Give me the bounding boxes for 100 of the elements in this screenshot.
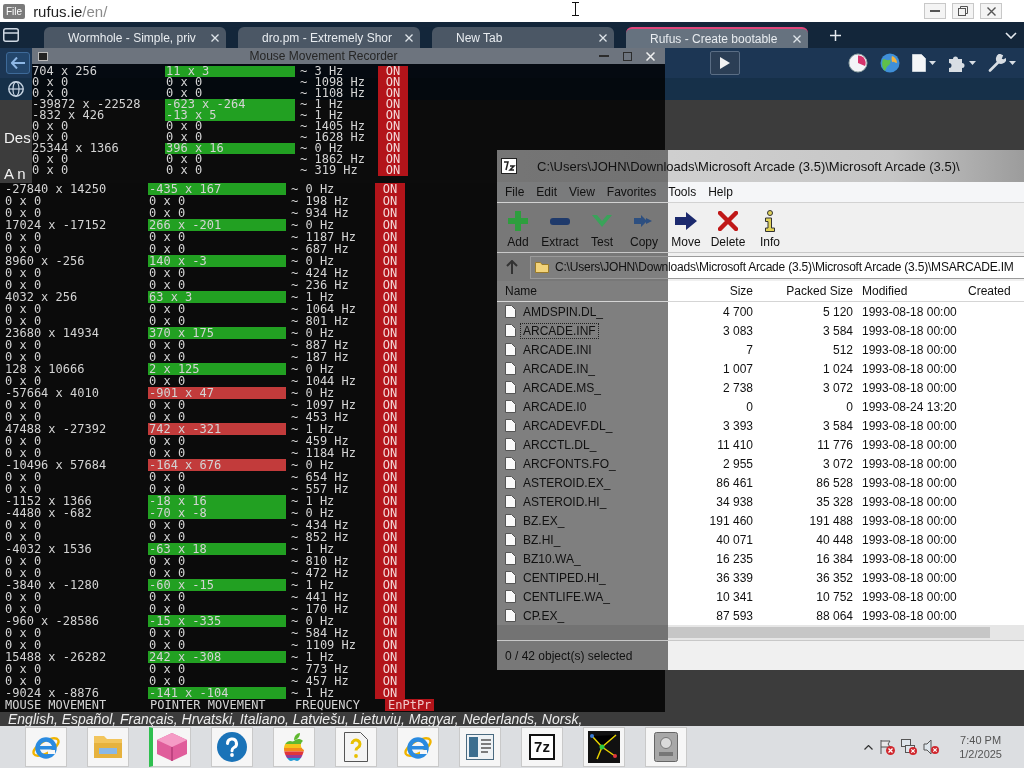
mouse-movement-cell: 0 x 0 bbox=[5, 531, 42, 543]
back-button[interactable] bbox=[6, 52, 30, 74]
address-field[interactable]: rufus.ie/en/ bbox=[33, 2, 108, 20]
browser-tab[interactable]: dro.pm - Extremely Shor bbox=[238, 27, 420, 48]
status-cell: ON bbox=[375, 663, 405, 675]
wrench-icon[interactable] bbox=[988, 54, 1006, 72]
file-name[interactable]: ARCADE.MS_ bbox=[520, 379, 605, 396]
play-button[interactable] bbox=[710, 51, 740, 75]
file-name[interactable]: CENTIPED.HI_ bbox=[520, 569, 609, 586]
browser-tab[interactable]: Rufus - Create bootable bbox=[626, 27, 808, 48]
caret-icon[interactable] bbox=[969, 61, 976, 65]
file-name[interactable]: ARCADEVF.DL_ bbox=[520, 417, 616, 434]
file-name[interactable]: ARCFONTS.FO_ bbox=[520, 455, 619, 472]
close-icon[interactable] bbox=[211, 33, 219, 42]
file-name[interactable]: ASTEROID.EX_ bbox=[520, 474, 614, 491]
frequency-cell: ~ 1044 Hz bbox=[291, 375, 357, 387]
close-icon[interactable] bbox=[405, 33, 413, 42]
menu-item[interactable]: Tools bbox=[662, 183, 703, 201]
add-button[interactable]: Add bbox=[497, 203, 539, 252]
file-icon bbox=[505, 381, 516, 394]
status-cell: ON bbox=[375, 183, 405, 195]
pointer-movement-cell: 0 x 0 bbox=[148, 627, 186, 639]
file-name[interactable]: BZ.EX_ bbox=[520, 512, 568, 529]
file-name[interactable]: ARCADE.IN_ bbox=[520, 360, 599, 377]
file-name[interactable]: ARCADE.I0 bbox=[520, 398, 590, 415]
mouse-movement-cell: 0 x 0 bbox=[5, 675, 42, 687]
frequency-cell: ~ 687 Hz bbox=[291, 243, 349, 255]
menu-item[interactable]: Help bbox=[702, 183, 739, 201]
test-button[interactable]: Test bbox=[581, 203, 623, 252]
file-name[interactable]: BZ.HI_ bbox=[520, 531, 564, 548]
column-header[interactable]: Name bbox=[497, 284, 670, 298]
pointer-movement-cell: 140 x -3 bbox=[148, 255, 286, 267]
flag-icon[interactable] bbox=[879, 739, 896, 755]
menu-item[interactable]: Favorites bbox=[600, 183, 663, 201]
minimize-button[interactable] bbox=[924, 3, 946, 19]
menu-item[interactable]: File bbox=[499, 183, 531, 201]
file-name[interactable]: CP.EX_ bbox=[520, 607, 568, 624]
delete-button[interactable]: Delete bbox=[707, 203, 749, 252]
puzzle-icon[interactable] bbox=[948, 54, 966, 72]
move-button[interactable]: Move bbox=[665, 203, 707, 252]
status-cell: ON bbox=[375, 543, 405, 555]
frequency-cell: ~ 1108 Hz bbox=[300, 88, 366, 99]
close-button[interactable] bbox=[980, 3, 1002, 19]
file-name[interactable]: ARCCTL.DL_ bbox=[520, 436, 600, 453]
file-menu-button[interactable]: File bbox=[3, 3, 26, 19]
packed-size-cell: 3 584 bbox=[822, 323, 853, 338]
file-name[interactable]: ARCADE.INI bbox=[520, 341, 595, 358]
info-button[interactable]: Info bbox=[749, 203, 791, 252]
file-icon bbox=[505, 609, 516, 622]
column-header[interactable]: Size bbox=[670, 284, 758, 298]
mouse-movement-cell: 0 x 0 bbox=[5, 591, 42, 603]
menu-item[interactable]: View bbox=[563, 183, 601, 201]
menu-item[interactable]: Edit bbox=[530, 183, 564, 201]
file-name[interactable]: ARCADE.INF bbox=[520, 322, 599, 339]
status-cell: ON bbox=[378, 110, 408, 121]
status-cell: ON bbox=[375, 627, 405, 639]
arrow-up-icon[interactable] bbox=[506, 260, 518, 274]
pointer-movement-cell: 0 x 0 bbox=[165, 154, 203, 165]
browser-tab[interactable]: Wormhole - Simple, priv bbox=[44, 27, 226, 48]
file-name[interactable]: CENTLIFE.WA_ bbox=[520, 588, 613, 605]
maximize-icon[interactable] bbox=[623, 51, 632, 61]
taskbar-button[interactable] bbox=[583, 727, 625, 767]
pointer-movement-cell: 0 x 0 bbox=[165, 121, 203, 132]
chevron-up-icon[interactable] bbox=[864, 744, 874, 750]
taskbar-button[interactable]: 7z bbox=[521, 727, 563, 767]
status-cell: ON bbox=[378, 88, 408, 99]
taskbar-button[interactable] bbox=[335, 727, 377, 767]
mouse-movement-cell: 0 x 0 bbox=[32, 154, 69, 165]
file-name[interactable]: BZ10.WA_ bbox=[520, 550, 584, 567]
close-icon[interactable] bbox=[646, 51, 655, 61]
size-cell: 3 083 bbox=[722, 323, 753, 338]
file-name[interactable]: AMDSPIN.DL_ bbox=[520, 303, 607, 320]
mouse-movement-cell: 0 x 0 bbox=[5, 627, 42, 639]
close-icon[interactable] bbox=[793, 34, 801, 43]
extract-button[interactable]: Extract bbox=[539, 203, 581, 252]
pie-icon[interactable] bbox=[848, 53, 868, 73]
copy-button[interactable]: Copy bbox=[623, 203, 665, 252]
mouse-movement-cell: 0 x 0 bbox=[5, 471, 42, 483]
column-header[interactable]: Packed Size bbox=[758, 284, 858, 298]
arrow-right-icon bbox=[675, 212, 697, 230]
caret-icon[interactable] bbox=[1009, 61, 1016, 65]
column-header[interactable]: Modified bbox=[858, 284, 961, 298]
tab-list-icon[interactable] bbox=[3, 28, 19, 42]
chevron-down-icon[interactable] bbox=[1005, 31, 1017, 39]
speaker-icon[interactable] bbox=[923, 739, 940, 755]
plus-icon[interactable] bbox=[830, 29, 841, 41]
network-icon[interactable] bbox=[901, 739, 918, 755]
globe-icon[interactable] bbox=[8, 81, 24, 97]
page-icon[interactable] bbox=[912, 54, 926, 72]
close-icon[interactable] bbox=[599, 33, 607, 42]
frequency-cell: ~ 584 Hz bbox=[291, 627, 349, 639]
column-header[interactable]: Created bbox=[961, 284, 1024, 298]
horizontal-scrollbar[interactable] bbox=[497, 625, 1024, 640]
globe-icon[interactable] bbox=[880, 53, 900, 73]
caret-icon[interactable] bbox=[929, 61, 936, 65]
packed-size-cell: 40 448 bbox=[816, 532, 853, 547]
file-name[interactable]: ASTEROID.HI_ bbox=[520, 493, 610, 510]
status-cell: ON bbox=[375, 579, 405, 591]
browser-tab[interactable]: New Tab bbox=[432, 27, 614, 48]
restore-button[interactable] bbox=[952, 3, 974, 19]
